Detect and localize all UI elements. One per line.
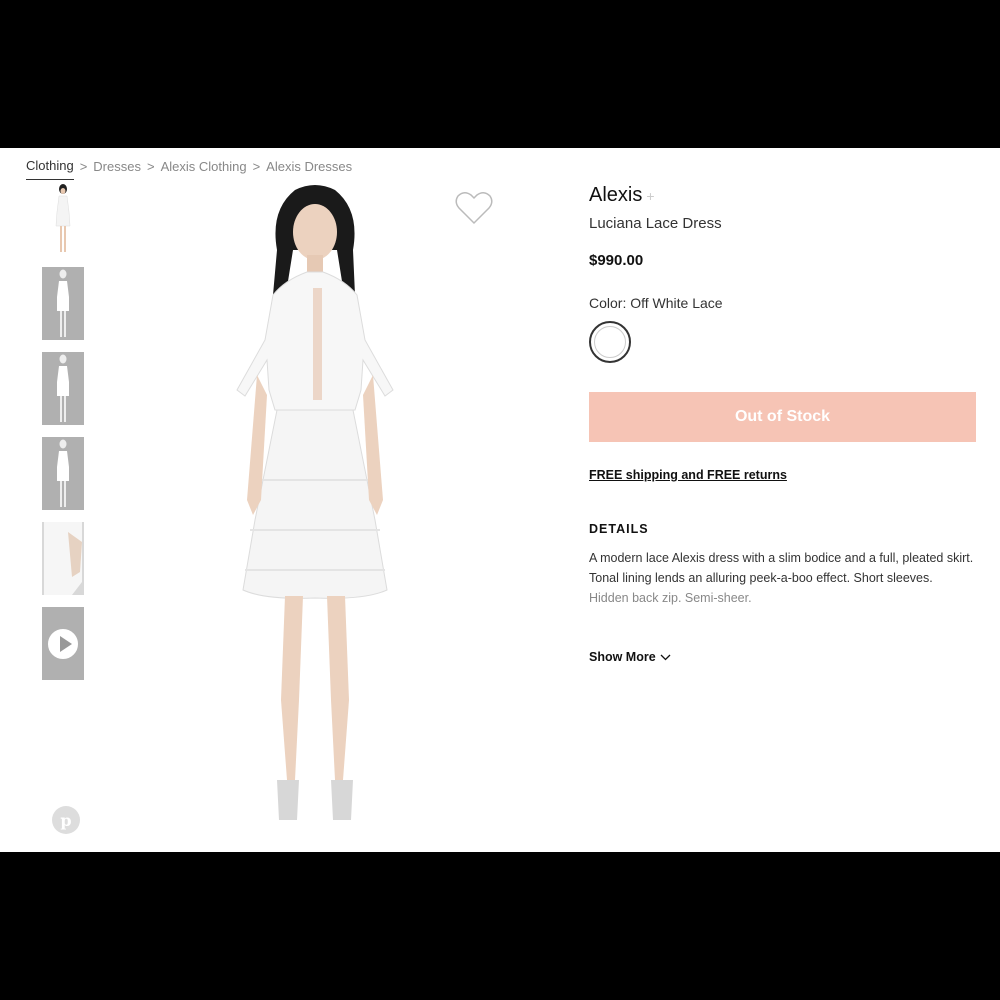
details-heading: DETAILS	[589, 522, 649, 536]
plus-icon[interactable]: +	[646, 188, 654, 204]
product-info: Alexis + Luciana Lace Dress $990.00 Colo…	[589, 184, 979, 666]
thumbnail-image	[57, 354, 69, 422]
thumbnail-image	[42, 522, 84, 595]
shipping-link[interactable]: FREE shipping and FREE returns	[589, 468, 787, 482]
brand-name[interactable]: Alexis +	[589, 184, 979, 207]
breadcrumb-separator: >	[146, 158, 155, 174]
price: $990.00	[589, 252, 644, 269]
details-text: A modern lace Alexis dress with a slim b…	[589, 548, 974, 608]
out-of-stock-button[interactable]: Out of Stock	[589, 392, 976, 442]
thumbnail-video[interactable]	[42, 607, 84, 680]
breadcrumb-dresses[interactable]: Dresses	[93, 159, 141, 174]
thumbnail-image	[55, 184, 71, 252]
thumbnail-back[interactable]	[42, 352, 84, 425]
show-more-button[interactable]: Show More	[589, 650, 671, 664]
product-page: Clothing > Dresses > Alexis Clothing > A…	[0, 148, 1000, 852]
product-main-image[interactable]	[215, 180, 415, 840]
details-description-faded: Hidden back zip. Semi-sheer.	[589, 591, 752, 605]
color-swatch-off-white[interactable]	[589, 321, 631, 363]
breadcrumb: Clothing > Dresses > Alexis Clothing > A…	[26, 152, 352, 180]
breadcrumb-alexis-dresses[interactable]: Alexis Dresses	[266, 159, 352, 174]
thumbnail-side[interactable]	[42, 267, 84, 340]
brand-label: Alexis	[589, 184, 643, 206]
heart-outline-icon[interactable]	[454, 190, 494, 226]
color-label: Color: Off White Lace	[589, 295, 723, 311]
thumbnail-list	[42, 182, 84, 692]
breadcrumb-clothing[interactable]: Clothing	[26, 158, 74, 180]
chevron-down-icon	[660, 654, 671, 660]
breadcrumb-separator: >	[252, 158, 261, 174]
pinterest-icon[interactable]: p	[52, 806, 80, 834]
thumbnail-image	[57, 439, 69, 507]
details-description: A modern lace Alexis dress with a slim b…	[589, 551, 974, 585]
thumbnail-image	[57, 269, 69, 337]
breadcrumb-alexis-clothing[interactable]: Alexis Clothing	[161, 159, 247, 174]
thumbnail-detail[interactable]	[42, 522, 84, 595]
product-name: Luciana Lace Dress	[589, 215, 722, 232]
thumbnail-front[interactable]	[42, 182, 84, 255]
thumbnail-side-2[interactable]	[42, 437, 84, 510]
show-more-label: Show More	[589, 650, 656, 664]
breadcrumb-separator: >	[79, 158, 88, 174]
